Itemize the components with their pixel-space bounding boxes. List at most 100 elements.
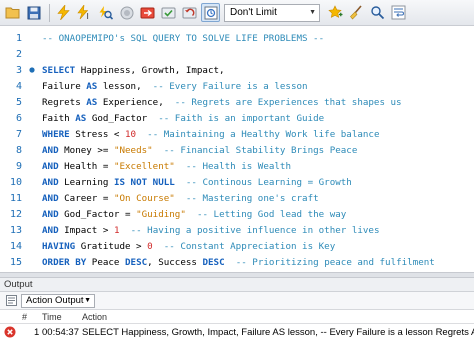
code-token: IS NOT NULL	[113, 176, 175, 188]
open-folder-button[interactable]	[3, 3, 22, 22]
code-line[interactable]: 4 Failure AS lesson, -- Every Failure is …	[0, 78, 474, 94]
code-token: God_Factor =	[58, 208, 137, 220]
code-token: HAVING	[42, 240, 76, 252]
lightning-cursor-icon: I	[77, 5, 89, 20]
code-token: , Success	[147, 256, 203, 268]
star-icon	[328, 5, 343, 18]
editor-toolbar: I Don't Limit ▼	[0, 0, 474, 26]
word-wrap-button[interactable]	[389, 3, 408, 22]
toggle-error-stop-button[interactable]	[138, 3, 157, 22]
add-bookmark-button[interactable]	[326, 3, 345, 22]
column-header-index[interactable]: #	[22, 312, 27, 322]
rollback-button[interactable]	[180, 3, 199, 22]
output-row-time: 00:54:37	[42, 327, 79, 338]
error-status-icon	[4, 326, 16, 341]
output-row[interactable]: 1 00:54:37 SELECT Happiness, Growth, Imp…	[0, 324, 474, 342]
code-token: AS	[86, 80, 98, 92]
code-text: ORDER BY Peace DESC, Success DESC -- Pri…	[42, 257, 435, 268]
code-token: ORDER BY	[42, 256, 87, 268]
code-text: AND Career = "On Course" -- Mastering on…	[42, 193, 319, 204]
output-row-action: SELECT Happiness, Growth, Impact, Failur…	[82, 327, 474, 338]
undo-icon	[182, 7, 197, 18]
code-token: WHERE	[42, 128, 70, 140]
code-token: AS	[86, 96, 98, 108]
commit-button[interactable]	[159, 3, 178, 22]
sql-editor[interactable]: 1 -- ONAOPEMIPO's SQL QUERY TO SOLVE LIFE…	[0, 26, 474, 284]
line-number: 2	[15, 48, 22, 60]
code-line[interactable]: 1 -- ONAOPEMIPO's SQL QUERY TO SOLVE LIFE…	[0, 30, 474, 46]
rollback-icon	[161, 7, 176, 18]
code-token: Health =	[58, 160, 114, 172]
line-number: 13	[9, 224, 22, 236]
code-line[interactable]: 6 Faith AS God_Factor -- Faith is an impo…	[0, 110, 474, 126]
code-token: Regrets	[42, 96, 87, 108]
code-line[interactable]: 3 SELECT Happiness, Growth, Impact,	[0, 62, 474, 78]
code-token: Happiness, Growth, Impact,	[75, 64, 225, 76]
column-header-action[interactable]: Action	[82, 312, 107, 322]
output-panel-header: Output	[0, 278, 474, 292]
word-wrap-icon	[391, 5, 406, 20]
execute-current-button[interactable]: I	[75, 3, 94, 22]
code-line[interactable]: 13 AND Impact > 1 -- Having a positive in…	[0, 222, 474, 238]
code-text: -- ONAOPEMIPO's SQL QUERY TO SOLVE LIFE …	[42, 33, 324, 44]
code-token: Career =	[58, 192, 114, 204]
output-mode-select[interactable]: Action Output ▼	[21, 293, 95, 308]
explain-button[interactable]	[96, 3, 115, 22]
code-token: Money >=	[58, 144, 114, 156]
stop-button[interactable]	[117, 3, 136, 22]
line-number: 3	[15, 64, 22, 76]
code-text: AND Impact > 1 -- Having a positive infl…	[42, 225, 379, 236]
code-token: -- Maintaining a Healthy Work life balan…	[147, 128, 380, 140]
code-line[interactable]: 11 AND Career = "On Course" -- Mastering …	[0, 190, 474, 206]
save-button[interactable]	[24, 3, 43, 22]
output-icon	[6, 295, 17, 306]
code-token: DESC	[202, 256, 225, 268]
commit-icon	[140, 7, 155, 18]
code-token: -- Having a positive influence in other …	[130, 224, 380, 236]
limit-rows-select[interactable]: Don't Limit ▼	[224, 3, 320, 22]
code-line[interactable]: 8 AND Money >= "Needs" -- Financial Stabi…	[0, 142, 474, 158]
code-token: lesson,	[97, 80, 153, 92]
broom-icon	[350, 5, 362, 20]
code-token: AND	[42, 176, 59, 188]
code-line[interactable]: 9 AND Health = "Excellent" -- Health is W…	[0, 158, 474, 174]
code-token: 10	[125, 128, 137, 140]
code-text: HAVING Gratitude > 0 -- Constant Appreci…	[42, 241, 335, 252]
code-token: -- Every Failure is a lesson	[152, 80, 308, 92]
code-token: AND	[42, 144, 59, 156]
code-text: AND Health = "Excellent" -- Health is We…	[42, 161, 291, 172]
line-number: 1	[15, 32, 22, 44]
code-token: Impact >	[58, 224, 114, 236]
stop-icon	[120, 6, 133, 19]
code-line[interactable]: 5 Regrets AS Experience, -- Regrets are E…	[0, 94, 474, 110]
code-token: -- Faith is an important Guide	[158, 112, 325, 124]
execute-all-button[interactable]	[54, 3, 73, 22]
folder-icon	[5, 7, 20, 19]
autocommit-toggle-button[interactable]	[201, 3, 220, 22]
code-token: -- Financial Stability Brings Peace	[163, 144, 358, 156]
output-column-headers: # Time Action	[0, 310, 474, 324]
code-line[interactable]: 2	[0, 46, 474, 62]
code-token: Faith	[42, 112, 76, 124]
code-line[interactable]: 10 AND Learning IS NOT NULL -- Continous …	[0, 174, 474, 190]
code-line[interactable]: 15 ORDER BY Peace DESC, Success DESC -- P…	[0, 254, 474, 270]
code-line[interactable]: 14 HAVING Gratitude > 0 -- Constant Appre…	[0, 238, 474, 254]
code-token: -- Health is Wealth	[185, 160, 291, 172]
beautify-button[interactable]	[347, 3, 366, 22]
output-mode-value: Action Output	[26, 295, 84, 306]
line-number: 9	[15, 160, 22, 172]
lightning-icon	[57, 5, 70, 20]
code-line[interactable]: 7 WHERE Stress < 10 -- Maintaining a Heal…	[0, 126, 474, 142]
code-token: "Needs"	[113, 144, 153, 156]
limit-rows-value: Don't Limit	[230, 7, 277, 18]
find-button[interactable]	[368, 3, 387, 22]
code-token: God_Factor	[86, 112, 159, 124]
column-header-time[interactable]: Time	[42, 312, 62, 322]
code-line[interactable]: 12 AND God_Factor = "Guiding" -- Letting …	[0, 206, 474, 222]
code-token: "Excellent"	[113, 160, 175, 172]
autocommit-toggle-icon	[204, 6, 217, 19]
toolbar-separator	[49, 3, 50, 22]
